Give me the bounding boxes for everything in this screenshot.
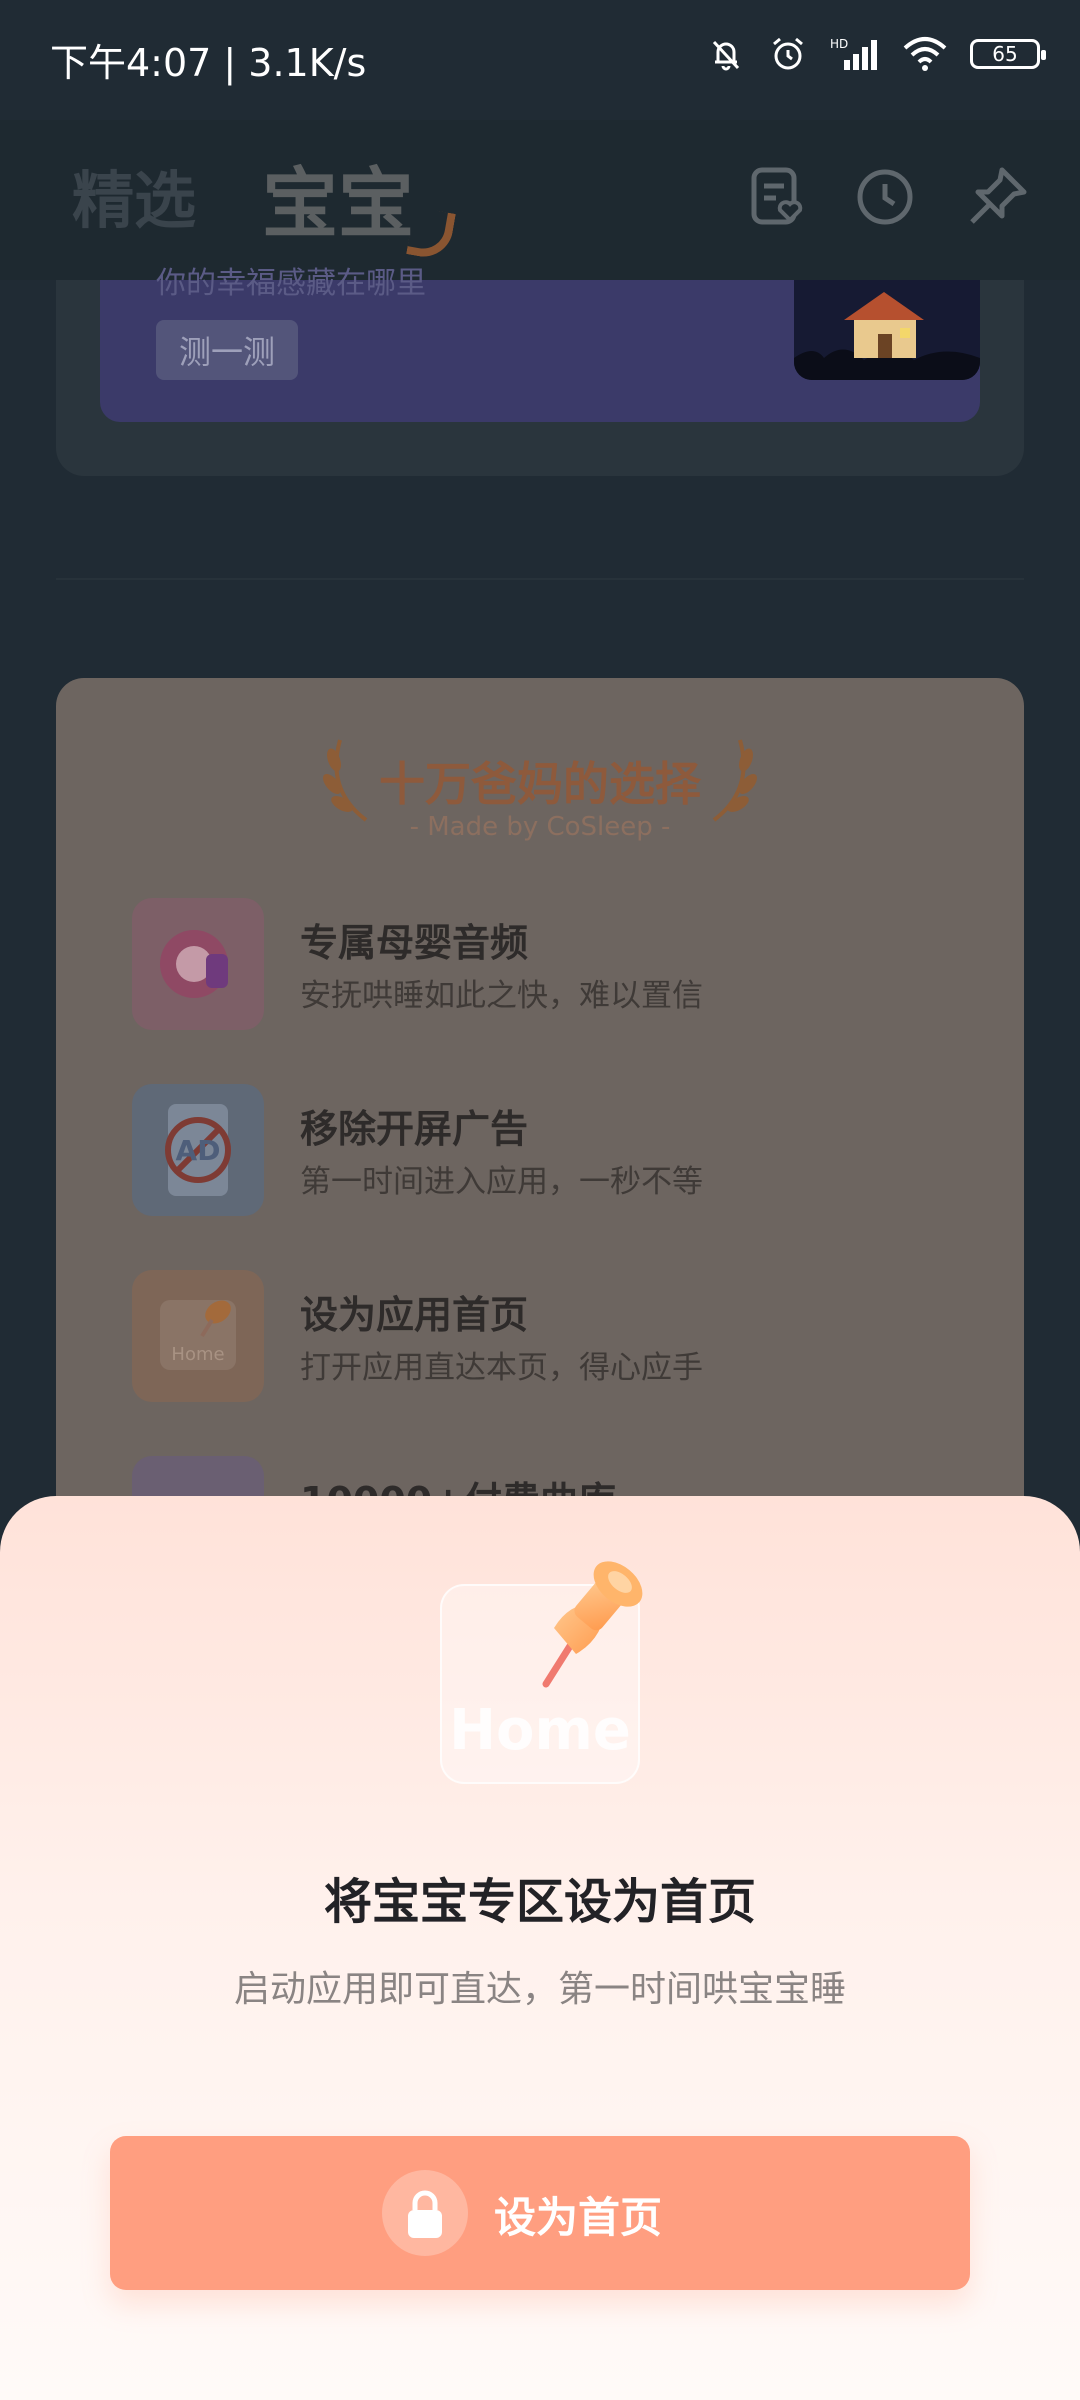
- alarm-icon: [773, 37, 803, 70]
- sheet-subtitle: 启动应用即可直达，第一时间哄宝宝睡: [233, 1969, 846, 2010]
- signal-icon: HD: [830, 37, 877, 70]
- home-label: Home: [171, 1344, 224, 1365]
- wifi-icon: [903, 37, 947, 71]
- feature-item-set-home: Home 设为应用首页 打开应用直达本页，得心应手: [132, 1270, 992, 1410]
- feature-desc: 打开应用直达本页，得心应手: [300, 1350, 703, 1386]
- tab-featured[interactable]: 精选: [72, 150, 196, 240]
- home-pin-icon: Home: [132, 1270, 264, 1402]
- status-icons: HD 65: [706, 34, 1046, 74]
- pin-icon[interactable]: [962, 162, 1032, 232]
- vip-subtitle: - Made by CoSleep -: [409, 812, 671, 842]
- history-clock-icon[interactable]: [850, 162, 920, 232]
- bell-muted-icon: [712, 40, 740, 71]
- battery-indicator: 65: [970, 39, 1046, 69]
- feature-name: 设为应用首页: [300, 1293, 529, 1337]
- svg-text:HD: HD: [830, 37, 848, 51]
- ad-label: AD: [176, 1134, 221, 1167]
- battery-level: 65: [992, 42, 1018, 66]
- feature-name: 专属母婴音频: [300, 921, 529, 965]
- top-nav: 精选 宝宝: [0, 120, 1080, 280]
- favorites-list-icon[interactable]: [744, 162, 814, 232]
- status-time: 下午4:07 | 3.1K/s: [50, 41, 367, 85]
- quiz-banner[interactable]: 你的幸福感藏在哪里 测一测: [100, 266, 980, 422]
- quiz-button[interactable]: 测一测: [156, 320, 298, 380]
- no-ads-icon: AD: [132, 1084, 264, 1216]
- set-as-home-label: 设为首页: [494, 2193, 663, 2242]
- feature-item-audio: 专属母婴音频 安抚哄睡如此之快，难以置信: [132, 898, 992, 1038]
- lock-icon: [382, 2170, 468, 2256]
- quiz-card: 你的幸福感藏在哪里 测一测: [56, 266, 1024, 476]
- vip-benefits-card: 十万爸妈的选择 - Made by CoSleep - 专属母婴音频 安抚哄睡如…: [56, 678, 1024, 1578]
- house-illustration: [794, 280, 980, 380]
- section-divider: [56, 578, 1024, 580]
- feature-name: 移除开屏广告: [300, 1107, 529, 1151]
- status-bar: 下午4:07 | 3.1K/s HD 65: [0, 0, 1080, 120]
- tab-active-indicator: [406, 206, 456, 262]
- feature-desc: 第一时间进入应用，一秒不等: [300, 1164, 703, 1200]
- music-disc-icon: [132, 898, 264, 1030]
- tab-baby[interactable]: 宝宝: [262, 142, 414, 252]
- quiz-subtitle: 你的幸福感藏在哪里: [156, 266, 426, 301]
- feature-desc: 安抚哄睡如此之快，难以置信: [300, 978, 703, 1014]
- set-home-bottom-sheet: Home 将宝宝专区设为首页 启动应用即可直达，第一时间哄宝宝睡 设为首页: [0, 1496, 1080, 2400]
- vip-title: 十万爸妈的选择: [379, 757, 701, 811]
- set-as-home-button[interactable]: 设为首页: [110, 2136, 970, 2290]
- home-tile-label: Home: [449, 1698, 631, 1763]
- pushpin-icon: [542, 1561, 643, 1688]
- sheet-title: 将宝宝专区设为首页: [323, 1874, 756, 1930]
- feature-item-no-ads: AD 移除开屏广告 第一时间进入应用，一秒不等: [132, 1084, 992, 1224]
